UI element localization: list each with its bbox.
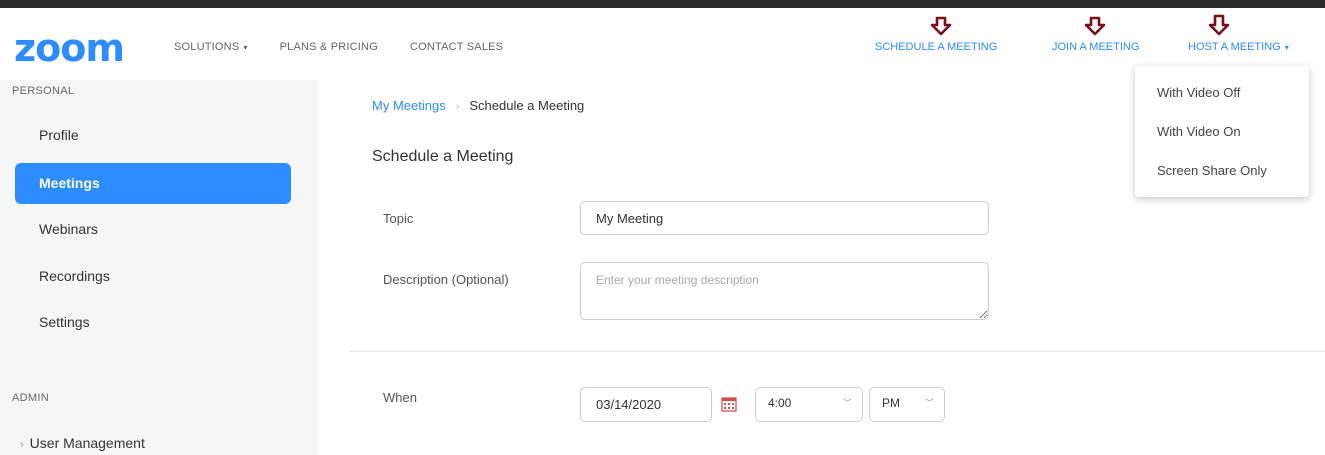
join-meeting-link[interactable]: JOIN A MEETING [1052, 41, 1139, 53]
sidebar-item-recordings[interactable]: Recordings [15, 256, 291, 297]
description-label: Description (Optional) [383, 272, 509, 287]
chevron-down-icon: ﹀ [842, 398, 852, 408]
topic-input[interactable] [580, 201, 989, 235]
menu-item-video-off[interactable]: With Video Off [1157, 85, 1240, 100]
chevron-down-icon: ﹀ [924, 398, 934, 408]
page-title: Schedule a Meeting [372, 148, 514, 165]
breadcrumb-separator-icon: › [455, 101, 460, 113]
zoom-logo[interactable]: zoom [14, 28, 125, 68]
sidebar-item-meetings[interactable]: Meetings [15, 163, 291, 204]
section-divider [350, 351, 1325, 352]
chevron-down-icon: ▾ [1284, 43, 1289, 52]
menu-item-screen-share-only[interactable]: Screen Share Only [1157, 163, 1267, 178]
calendar-icon[interactable] [721, 396, 737, 412]
menu-item-video-on[interactable]: With Video On [1157, 124, 1241, 139]
sidebar-item-settings[interactable]: Settings [15, 302, 291, 343]
chevron-down-icon: ▾ [243, 43, 248, 52]
nav-left: SOLUTIONS ▾ PLANS & PRICING CONTACT SALES [174, 41, 535, 53]
nav-plans-pricing[interactable]: PLANS & PRICING [280, 41, 378, 53]
host-meeting-dropdown: With Video Off With Video On Screen Shar… [1135, 66, 1309, 197]
browser-top-strip [0, 0, 1325, 8]
description-textarea[interactable] [580, 262, 989, 320]
sidebar-item-profile[interactable]: Profile [15, 115, 291, 156]
sidebar: PERSONAL Profile Meetings Webinars Recor… [0, 80, 318, 455]
sidebar-section-personal: PERSONAL [12, 85, 75, 97]
schedule-meeting-link[interactable]: SCHEDULE A MEETING [875, 41, 997, 53]
sidebar-section-admin: ADMIN [12, 392, 49, 404]
when-label: When [383, 390, 417, 405]
nav-contact-sales[interactable]: CONTACT SALES [410, 41, 503, 53]
breadcrumb-current: Schedule a Meeting [469, 98, 585, 113]
sidebar-item-webinars[interactable]: Webinars [15, 209, 291, 250]
down-arrow-icon [1084, 16, 1106, 36]
nav-solutions[interactable]: SOLUTIONS ▾ [174, 41, 248, 53]
chevron-right-icon: › [20, 439, 24, 451]
down-arrow-icon [1208, 14, 1230, 36]
ampm-select[interactable]: PM ﹀ [869, 387, 945, 422]
down-arrow-icon [930, 16, 952, 36]
time-select[interactable]: 4:00 ﹀ [755, 387, 863, 422]
breadcrumb-my-meetings[interactable]: My Meetings [372, 98, 446, 113]
host-meeting-link[interactable]: HOST A MEETING ▾ [1188, 41, 1289, 53]
breadcrumb: My Meetings › Schedule a Meeting [372, 98, 584, 113]
sidebar-item-user-management[interactable]: › User Management [20, 435, 145, 451]
date-input[interactable] [580, 387, 712, 422]
topic-label: Topic [383, 211, 414, 226]
